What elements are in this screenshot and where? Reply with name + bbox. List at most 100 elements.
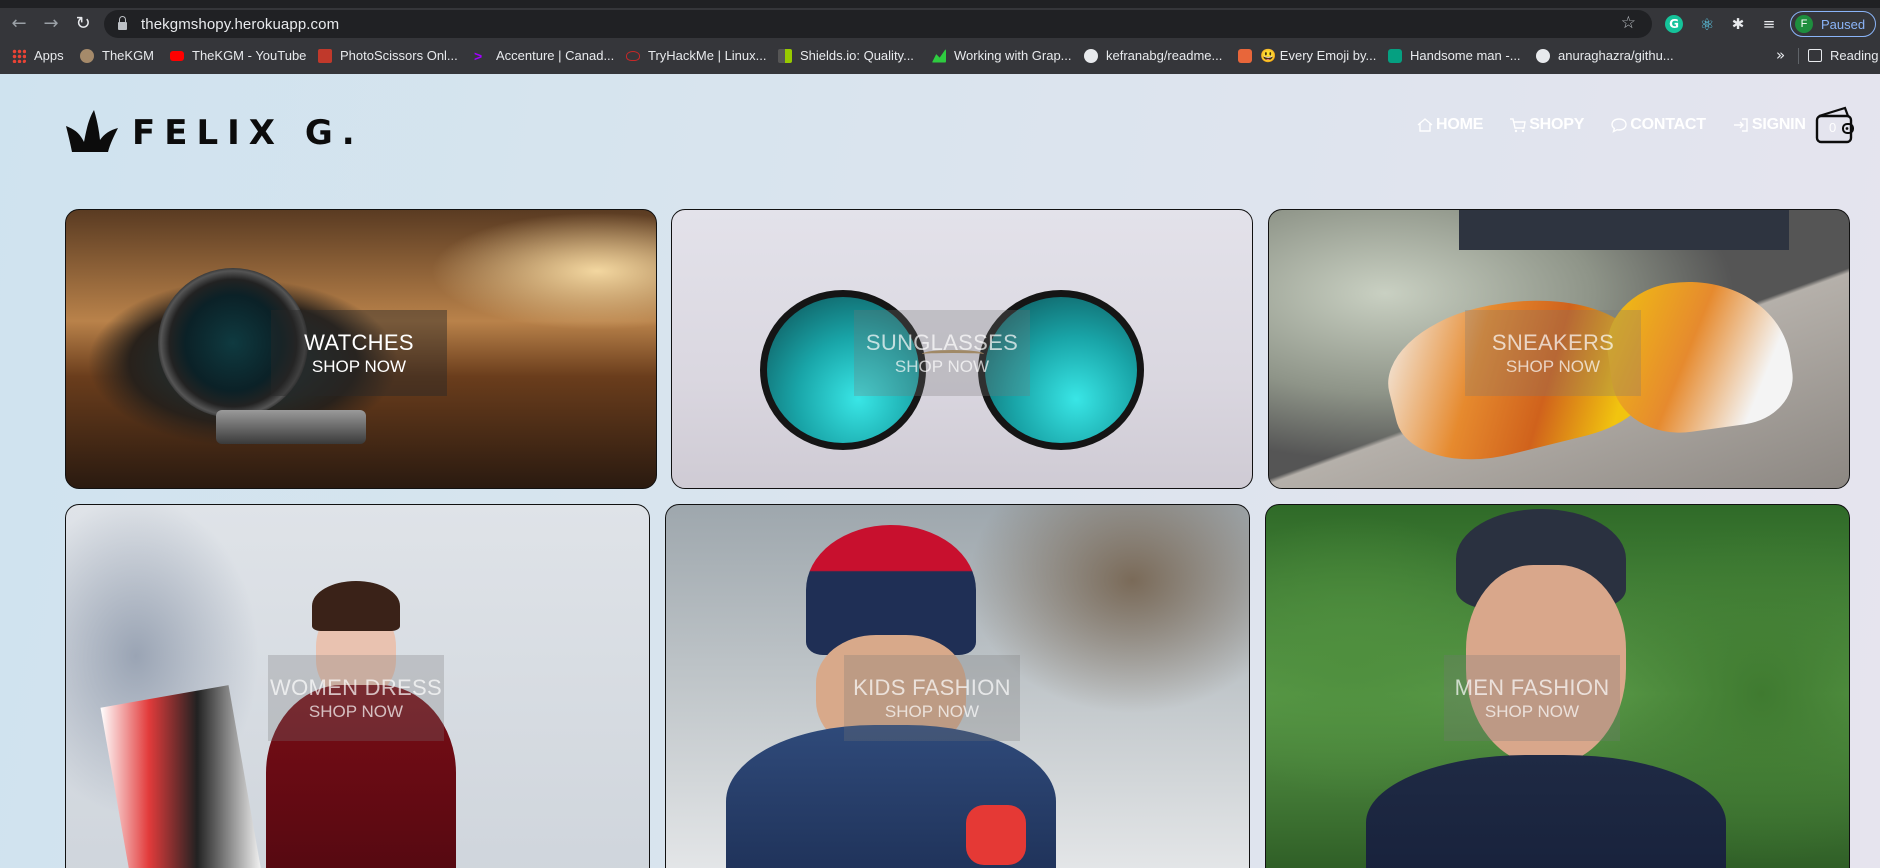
image-site-icon <box>1388 48 1402 63</box>
brand-name: FELIX G. <box>132 113 364 153</box>
graph-icon <box>932 48 946 63</box>
browser-chrome: ← → ↻ thekgmshopy.herokuapp.com ☆ G ⚛ ✱ … <box>0 0 1880 74</box>
bookmark-github-stats[interactable]: anuraghazra/githu... <box>1536 48 1674 63</box>
bookmark-label: Apps <box>34 48 64 63</box>
reading-list-button[interactable]: Reading <box>1808 48 1878 63</box>
media-queue-icon[interactable]: ≡ <box>1760 15 1778 33</box>
nav-contact[interactable]: CONTACT <box>1610 116 1706 134</box>
bookmark-youtube[interactable]: TheKGM - YouTube <box>170 48 306 63</box>
bookmark-label: 😃 Every Emoji by... <box>1260 48 1377 63</box>
category-title: MEN FASHION <box>1454 674 1610 700</box>
browser-toolbar: ← → ↻ thekgmshopy.herokuapp.com ☆ G ⚛ ✱ … <box>0 8 1880 38</box>
bookmark-shields[interactable]: Shields.io: Quality... <box>778 48 914 63</box>
youtube-icon <box>170 50 184 61</box>
shop-now-link[interactable]: SHOP NOW <box>312 357 406 377</box>
webpage: FELIX G. HOME SHOPY CONTACT SIGNIN 0 WAT… <box>0 74 1880 868</box>
github-icon <box>1084 48 1098 63</box>
profile-avatar: F <box>1795 15 1813 33</box>
nav-shopy-label: SHOPY <box>1529 116 1585 133</box>
nav-signin[interactable]: SIGNIN <box>1732 116 1806 134</box>
lock-icon[interactable] <box>118 16 127 30</box>
category-label: KIDS FASHION SHOP NOW <box>844 655 1020 741</box>
nav-signin-label: SIGNIN <box>1751 116 1806 133</box>
category-card-sneakers[interactable]: SNEAKERS SHOP NOW <box>1268 209 1850 489</box>
bookmark-handsome-man[interactable]: Handsome man -... <box>1388 48 1521 63</box>
profile-button[interactable]: F Paused <box>1790 11 1876 37</box>
category-label: SNEAKERS SHOP NOW <box>1465 310 1641 396</box>
main-nav: HOME SHOPY CONTACT SIGNIN <box>1416 116 1832 134</box>
category-title: WATCHES <box>304 329 414 355</box>
bookmark-thekgm[interactable]: TheKGM <box>80 48 154 63</box>
cart-count: 0 <box>1829 120 1837 135</box>
shop-now-link[interactable]: SHOP NOW <box>1506 357 1600 377</box>
bookmark-label: TryHackMe | Linux... <box>648 48 767 63</box>
forward-icon[interactable]: → <box>38 10 64 36</box>
category-label: WATCHES SHOP NOW <box>271 310 447 396</box>
bookmark-label: Shields.io: Quality... <box>800 48 914 63</box>
signin-icon <box>1733 118 1748 132</box>
shop-now-link[interactable]: SHOP NOW <box>309 702 403 722</box>
bookmark-label: TheKGM - YouTube <box>192 48 307 63</box>
shop-now-link[interactable]: SHOP NOW <box>895 357 989 377</box>
bookmark-photoscissors[interactable]: PhotoScissors Onl... <box>318 48 458 63</box>
user-avatar-icon <box>80 48 94 63</box>
chat-icon <box>1611 118 1627 133</box>
watch-strap-image <box>216 410 366 444</box>
bookmark-readme[interactable]: kefranabg/readme... <box>1084 48 1222 63</box>
cart-icon <box>1510 118 1527 133</box>
home-icon <box>1417 118 1433 132</box>
profile-status: Paused <box>1821 16 1866 32</box>
category-card-sunglasses[interactable]: SUNGLASSES SHOP NOW <box>671 209 1253 489</box>
back-icon[interactable]: ← <box>6 10 32 36</box>
woman-hair-image <box>312 581 400 631</box>
bookmark-label: Working with Grap... <box>954 48 1072 63</box>
grammarly-extension-icon[interactable]: G <box>1665 15 1683 33</box>
accenture-icon: > <box>474 47 483 64</box>
bookmarks-bar: Apps TheKGM TheKGM - YouTube PhotoScisso… <box>0 44 1880 68</box>
nav-home[interactable]: HOME <box>1416 116 1483 134</box>
category-title: KIDS FASHION <box>853 674 1011 700</box>
cart-button[interactable]: 0 <box>1815 104 1855 144</box>
apps-grid-icon <box>12 48 26 63</box>
react-devtools-extension-icon[interactable]: ⚛ <box>1698 15 1716 34</box>
category-label: MEN FASHION SHOP NOW <box>1444 655 1620 741</box>
address-bar[interactable]: thekgmshopy.herokuapp.com ☆ <box>104 10 1652 38</box>
category-title: SUNGLASSES <box>865 329 1019 355</box>
reading-list-label: Reading <box>1830 48 1879 63</box>
category-title: SNEAKERS <box>1491 329 1615 355</box>
tab-strip <box>0 0 1880 8</box>
bookmark-accenture[interactable]: > Accenture | Canad... <box>474 48 614 63</box>
bookmark-label: kefranabg/readme... <box>1106 48 1223 63</box>
bookmark-label: Accenture | Canad... <box>496 48 615 63</box>
category-card-men-fashion[interactable]: MEN FASHION SHOP NOW <box>1265 504 1850 868</box>
category-title: WOMEN DRESS <box>270 674 442 700</box>
bookmark-apps[interactable]: Apps <box>12 48 64 63</box>
github-icon <box>1536 48 1550 63</box>
url-text[interactable]: thekgmshopy.herokuapp.com <box>141 16 339 33</box>
shop-now-link[interactable]: SHOP NOW <box>885 702 979 722</box>
reload-icon[interactable]: ↻ <box>70 10 96 36</box>
crown-logo-icon <box>66 110 118 152</box>
nav-contact-label: CONTACT <box>1630 116 1706 133</box>
nav-home-label: HOME <box>1436 116 1484 133</box>
nav-shopy[interactable]: SHOPY <box>1509 116 1584 134</box>
bookmark-label: PhotoScissors Onl... <box>340 48 458 63</box>
bookmark-label: anuraghazra/githu... <box>1558 48 1674 63</box>
bookmark-label: TheKGM <box>102 48 155 63</box>
more-bookmarks-icon[interactable]: » <box>1776 46 1785 64</box>
bookmark-emoji[interactable]: 😃 Every Emoji by... <box>1238 48 1376 64</box>
site-logo[interactable]: FELIX G. <box>64 106 364 154</box>
jeans-image <box>1459 210 1789 250</box>
shop-now-link[interactable]: SHOP NOW <box>1485 702 1579 722</box>
extensions-puzzle-icon[interactable]: ✱ <box>1729 15 1747 33</box>
bookmark-graphql[interactable]: Working with Grap... <box>932 48 1072 63</box>
bookmark-tryhackme[interactable]: TryHackMe | Linux... <box>626 48 766 63</box>
bookmark-star-icon[interactable]: ☆ <box>1621 13 1636 33</box>
tryhackme-icon <box>626 50 640 61</box>
photoscissors-icon <box>318 48 332 63</box>
category-label: SUNGLASSES SHOP NOW <box>854 310 1030 396</box>
category-card-watches[interactable]: WATCHES SHOP NOW <box>65 209 657 489</box>
category-card-kids-fashion[interactable]: KIDS FASHION SHOP NOW <box>665 504 1250 868</box>
category-card-women-dress[interactable]: WOMEN DRESS SHOP NOW <box>65 504 650 868</box>
reading-list-icon <box>1808 49 1822 62</box>
